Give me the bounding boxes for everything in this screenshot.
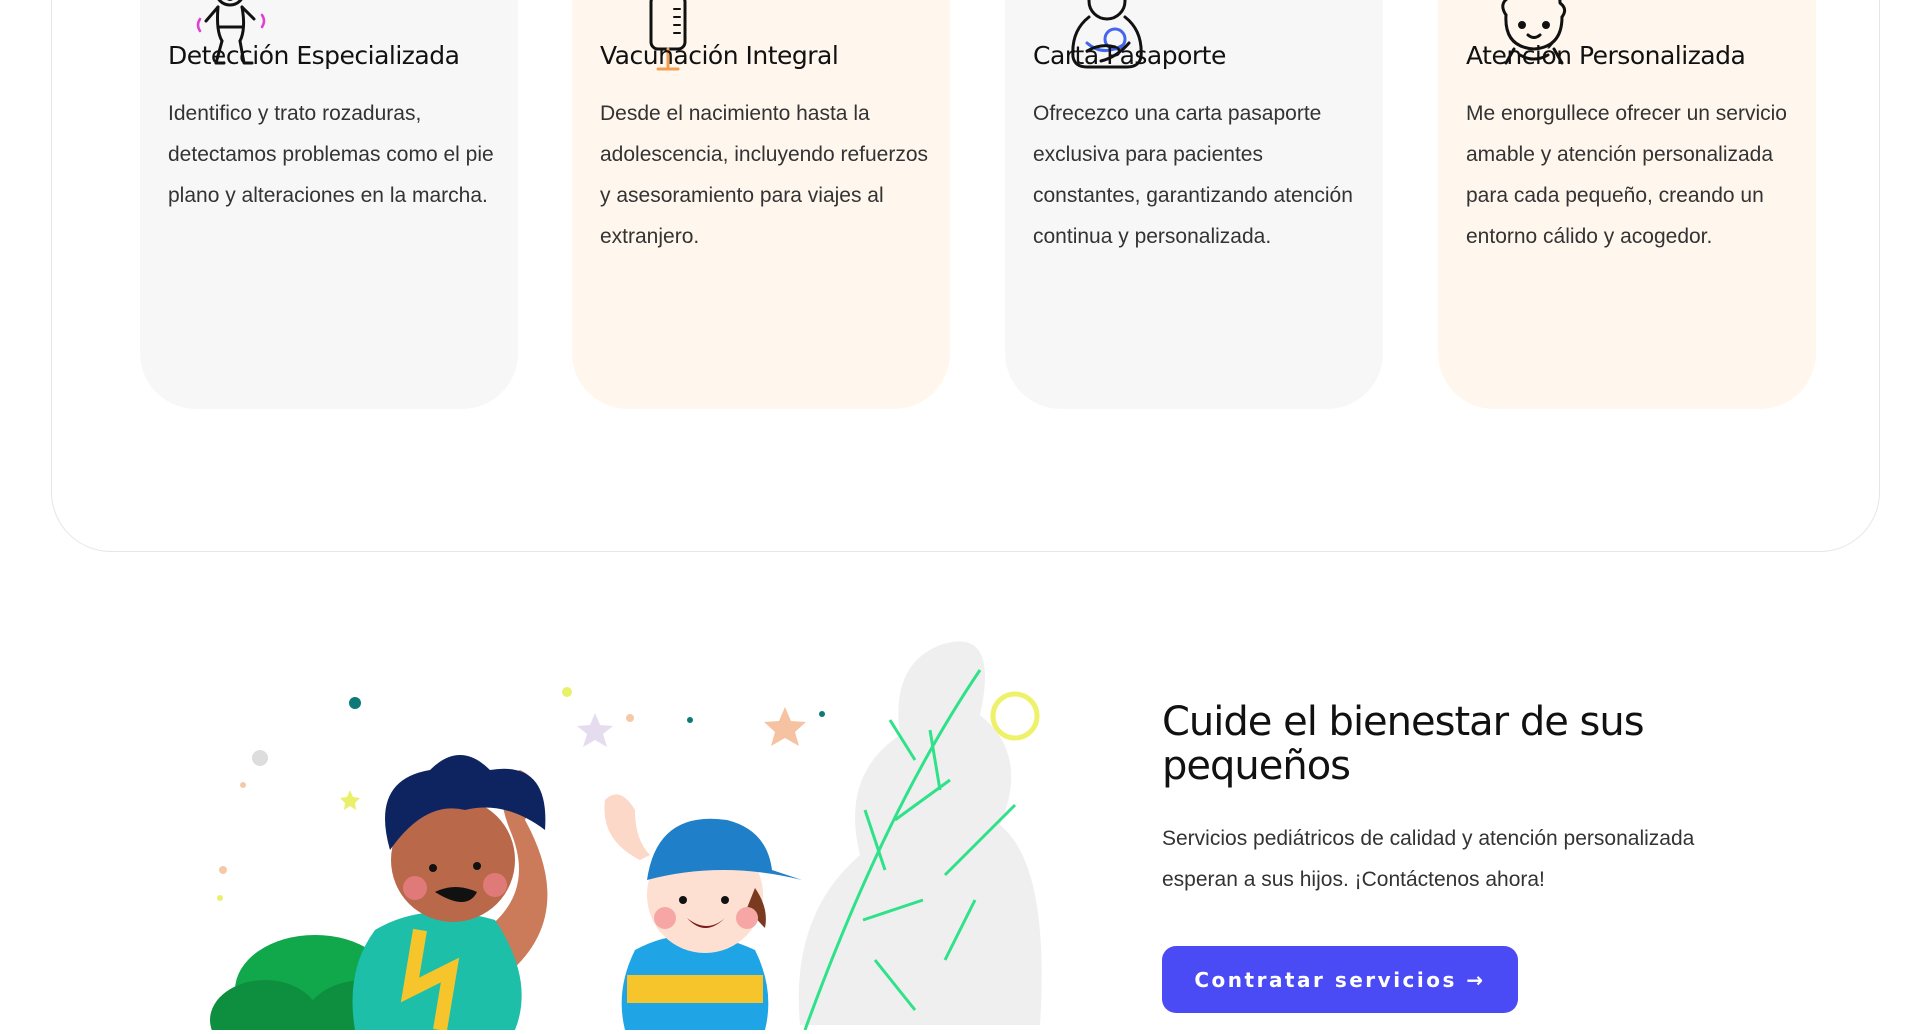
service-description: Identifico y trato rozaduras, detectamos… — [168, 102, 494, 207]
star-shape — [340, 790, 360, 810]
confetti-dot — [349, 697, 361, 709]
service-description: Ofrecezco una carta pasaporte exclusiva … — [1033, 102, 1353, 248]
service-description: Me enorgullece ofrecer un servicio amabl… — [1466, 102, 1787, 248]
boy2-cheek — [736, 907, 758, 929]
confetti-dot — [626, 714, 634, 722]
services-panel: Detección Especializada Identifico y tra… — [51, 0, 1880, 552]
service-card-deteccion: Detección Especializada Identifico y tra… — [140, 0, 518, 409]
boy2-arm — [604, 794, 650, 860]
boy1-cheek — [403, 876, 427, 900]
boy1-eye — [473, 862, 481, 870]
confetti-dot — [687, 717, 693, 723]
boy2-eye — [721, 896, 729, 904]
cta-description: Servicios pediátricos de calidad y atenc… — [1162, 827, 1695, 891]
cta-title: Cuide el bienestar de sus pequeños — [1162, 699, 1645, 789]
boy2-eye — [679, 896, 687, 904]
confetti-dot — [217, 895, 223, 901]
service-title: Atención Personalizada — [1466, 41, 1746, 70]
confetti-dot — [240, 782, 246, 788]
service-card-atencion: Atención Personalizada Me enorgullece of… — [1438, 0, 1816, 409]
boy1-cheek — [483, 873, 507, 897]
confetti-dot — [562, 687, 572, 697]
kids-illustration — [195, 630, 1055, 1034]
boy1-eye — [429, 864, 437, 872]
confetti-dot — [819, 711, 825, 717]
confetti-dot — [219, 866, 227, 874]
service-card-pasaporte: Carta Pasaporte Ofrecezco una carta pasa… — [1005, 0, 1383, 409]
boy2-stripe — [627, 975, 763, 1003]
boy2-cheek — [654, 907, 676, 929]
service-title: Vacunación Integral — [600, 41, 839, 70]
confetti-ring — [990, 691, 1040, 741]
service-title: Detección Especializada — [168, 41, 460, 70]
star-shape — [577, 713, 613, 747]
service-title: Carta Pasaporte — [1033, 41, 1226, 70]
star-shape — [764, 707, 806, 746]
confetti-dot — [252, 750, 268, 766]
contratar-servicios-button[interactable]: Contratar servicios → — [1162, 946, 1518, 1013]
service-description: Desde el nacimiento hasta la adolescenci… — [600, 102, 929, 248]
service-card-vacunacion: Vacunación Integral Desde el nacimiento … — [572, 0, 950, 409]
